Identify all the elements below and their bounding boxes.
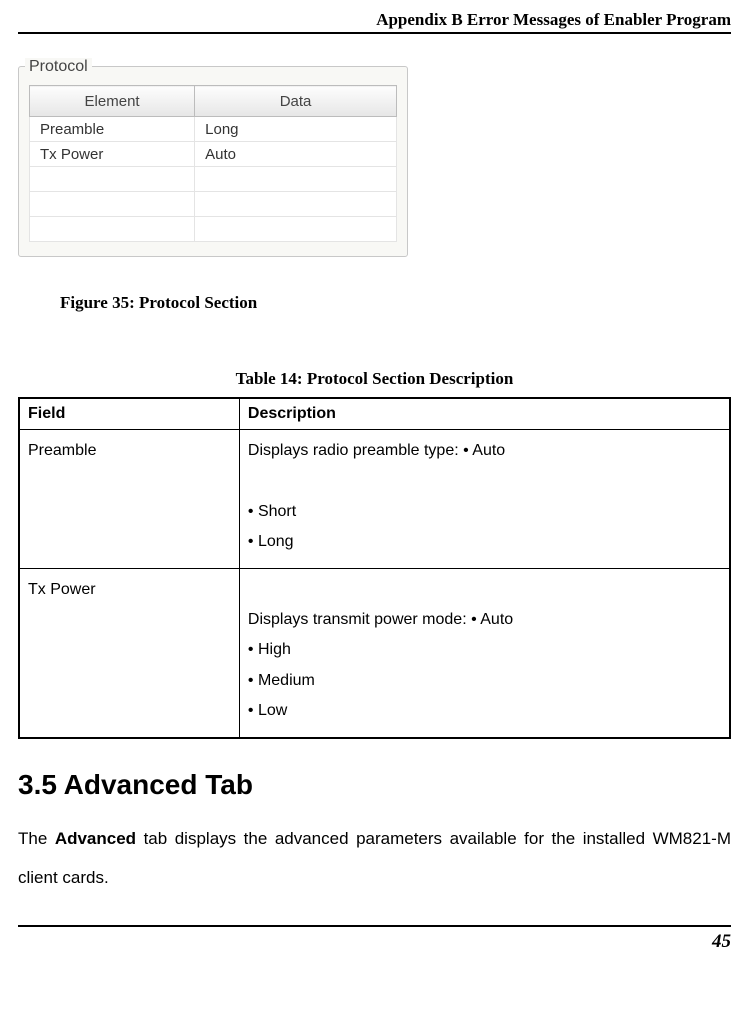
section-paragraph: The Advanced tab displays the advanced p… <box>18 819 731 897</box>
protocol-row-empty <box>30 217 397 242</box>
header-title: Appendix B Error Messages of Enabler Pro… <box>376 10 731 29</box>
desc-line: Displays radio preamble type: • Auto <box>248 442 505 459</box>
desc-line: • High <box>248 641 291 658</box>
para-text: The <box>18 829 55 848</box>
protocol-cell-data: Auto <box>195 142 397 167</box>
protocol-cell-element: Tx Power <box>30 142 195 167</box>
page-footer: 45 <box>18 925 731 969</box>
figure-protocol-section: Protocol Element Data Preamble Long Tx P… <box>18 66 731 257</box>
protocol-col-data: Data <box>195 86 397 117</box>
figure-caption-title: Protocol Section <box>135 293 257 312</box>
th-field: Field <box>19 398 239 430</box>
table-caption-title: Protocol Section Description <box>303 369 514 388</box>
table-caption-prefix: Table 14: <box>236 369 303 388</box>
table-row: Preamble Displays radio preamble type: •… <box>19 430 730 569</box>
protocol-col-element: Element <box>30 86 195 117</box>
protocol-legend: Protocol <box>25 58 92 76</box>
section-heading: 3.5 Advanced Tab <box>18 769 731 801</box>
th-description: Description <box>239 398 730 430</box>
protocol-cell-data: Long <box>195 117 397 142</box>
description-table: Field Description Preamble Displays radi… <box>18 397 731 739</box>
protocol-row-empty <box>30 167 397 192</box>
protocol-groupbox: Protocol Element Data Preamble Long Tx P… <box>18 66 408 257</box>
desc-line: • Long <box>248 533 294 550</box>
figure-caption: Figure 35: Protocol Section <box>60 293 731 313</box>
page-header: Appendix B Error Messages of Enabler Pro… <box>18 10 731 34</box>
page-number: 45 <box>712 931 731 952</box>
cell-description: Displays transmit power mode: • Auto • H… <box>239 568 730 737</box>
table-row: Tx Power Displays transmit power mode: •… <box>19 568 730 737</box>
desc-line: • Medium <box>248 672 315 689</box>
desc-line: • Low <box>248 702 287 719</box>
figure-caption-prefix: Figure 35: <box>60 293 135 312</box>
desc-line: • Short <box>248 503 296 520</box>
protocol-grid: Element Data Preamble Long Tx Power Auto <box>29 85 397 242</box>
desc-line: Displays transmit power mode: • Auto <box>248 611 513 628</box>
protocol-row: Preamble Long <box>30 117 397 142</box>
cell-field: Preamble <box>19 430 239 569</box>
protocol-cell-element: Preamble <box>30 117 195 142</box>
cell-description: Displays radio preamble type: • Auto • S… <box>239 430 730 569</box>
protocol-row: Tx Power Auto <box>30 142 397 167</box>
table-caption: Table 14: Protocol Section Description <box>18 369 731 389</box>
cell-field: Tx Power <box>19 568 239 737</box>
para-bold: Advanced <box>55 829 136 848</box>
protocol-row-empty <box>30 192 397 217</box>
